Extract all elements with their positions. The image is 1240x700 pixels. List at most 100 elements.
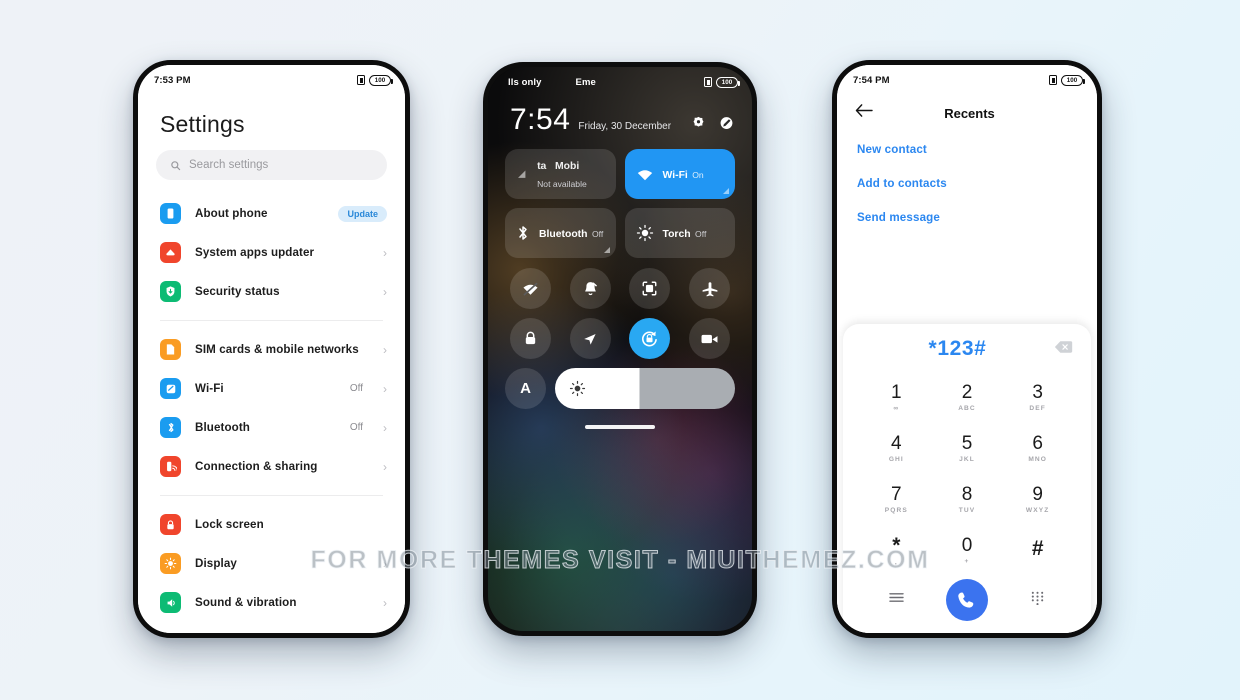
mini-toggles-grid — [488, 258, 752, 359]
menu-lines-icon[interactable] — [888, 591, 905, 609]
key-letters: TUV — [958, 506, 976, 514]
sidebar-item-sound-vibration[interactable]: Sound & vibration › — [138, 583, 405, 622]
dialed-number[interactable]: *123# — [861, 337, 1054, 361]
home-indicator[interactable] — [585, 425, 655, 429]
tile-expand-corner[interactable] — [603, 247, 610, 253]
brightness-slider[interactable] — [555, 368, 735, 409]
battery-indicator: 100 — [1061, 74, 1085, 86]
tile-bluetooth[interactable]: Bluetooth Off — [505, 208, 616, 258]
sidebar-item-label: Security status — [195, 285, 280, 298]
call-handset-icon — [958, 591, 974, 608]
status-time: 7:53 PM — [154, 74, 191, 86]
key-1[interactable]: 1 ∞ — [861, 373, 932, 422]
edit-pencil-icon[interactable] — [719, 116, 734, 131]
sidebar-item-lock-screen[interactable]: Lock screen — [138, 505, 405, 544]
status-badge[interactable]: Update — [338, 205, 387, 222]
number-row: *123# — [843, 324, 1091, 371]
key-digit: 5 — [961, 433, 973, 455]
tile-text: Torch Off — [663, 224, 707, 242]
toggle-auto-brightness[interactable]: A — [505, 368, 546, 409]
keypad-dots-icon[interactable] — [1030, 590, 1045, 610]
toggle-hotspot[interactable] — [509, 268, 551, 309]
auto-brightness-label: A — [520, 380, 531, 397]
chevron-right-icon: › — [383, 420, 387, 435]
sidebar-item-bluetooth[interactable]: Bluetooth Off › — [138, 408, 405, 447]
torch-icon — [636, 224, 653, 242]
key-4[interactable]: 4 GHI — [861, 424, 932, 473]
key-2[interactable]: 2 ABC — [932, 373, 1003, 422]
system-updater-icon — [160, 242, 181, 263]
sidebar-item-label: Sound & vibration — [195, 596, 297, 609]
carrier-label: lls only — [508, 76, 542, 88]
action-add-to-contacts[interactable]: Add to contacts — [857, 177, 1097, 190]
sidebar-item-label: Wi-Fi — [195, 382, 224, 395]
key-letters: PQRS — [884, 506, 908, 514]
key-3[interactable]: 3 DEF — [1002, 373, 1073, 422]
action-send-message[interactable]: Send message — [857, 211, 1097, 224]
sidebar-item-label: System apps updater — [195, 246, 315, 259]
toggle-location[interactable] — [569, 318, 611, 359]
bluetooth-settings-icon — [160, 417, 181, 438]
key-letters: WXYZ — [1025, 506, 1050, 514]
action-new-contact[interactable]: New contact — [857, 143, 1097, 156]
tile-text: Bluetooth Off — [539, 224, 603, 242]
sidebar-item-security-status[interactable]: Security status › — [138, 272, 405, 311]
silent-bell-icon — [584, 281, 597, 295]
toggle-screen-record[interactable] — [689, 318, 731, 359]
sim-card-icon — [704, 77, 712, 87]
key-digit: 9 — [1032, 484, 1043, 506]
bluetooth-icon — [519, 226, 527, 240]
key-7[interactable]: 7 PQRS — [861, 475, 932, 524]
security-shield-icon — [160, 281, 181, 302]
settings-gear-icon[interactable] — [691, 116, 706, 131]
call-button[interactable] — [945, 579, 988, 621]
carrier-label-2: Eme — [575, 76, 596, 88]
key-letters: + — [964, 557, 970, 565]
sim-card-icon — [1049, 75, 1057, 85]
display-icon — [160, 553, 181, 574]
dialer-actions: New contact Add to contacts Send message — [837, 127, 1097, 224]
chevron-right-icon: › — [383, 595, 387, 610]
backspace-icon[interactable] — [1054, 340, 1073, 359]
tile-wifi[interactable]: Wi-Fi On — [624, 149, 735, 199]
chevron-right-icon: › — [383, 245, 387, 260]
sidebar-item-about-phone[interactable]: About phone Update — [138, 194, 405, 233]
key-hash[interactable]: # — [1002, 526, 1073, 575]
key-8[interactable]: 8 TUV — [932, 475, 1003, 524]
key-9[interactable]: 9 WXYZ — [1002, 475, 1073, 524]
tile-text: ta Mobi Not available — [537, 156, 604, 192]
key-0[interactable]: 0 + — [932, 526, 1003, 575]
wifi-icon — [637, 169, 652, 180]
key-star[interactable]: * , — [861, 526, 932, 575]
toggle-airplane-mode[interactable] — [689, 268, 731, 309]
toggle-lock[interactable] — [509, 318, 551, 359]
toggle-screenshot[interactable] — [629, 268, 671, 309]
quick-settings-tiles: ta Mobi Not available Wi-Fi On Bluetooth… — [488, 135, 752, 258]
tile-expand-corner[interactable] — [723, 188, 729, 194]
toggle-silent[interactable] — [569, 268, 611, 309]
tile-torch[interactable]: Torch Off — [624, 208, 735, 258]
chevron-right-icon: › — [383, 556, 387, 571]
wifi-settings-icon — [160, 378, 181, 399]
search-input[interactable]: Search settings — [156, 150, 387, 180]
status-time: 7:54 PM — [853, 74, 890, 86]
sidebar-item-display[interactable]: Display › — [138, 544, 405, 583]
toggle-auto-rotate[interactable] — [629, 318, 671, 359]
sidebar-item-wifi[interactable]: Wi-Fi Off › — [138, 369, 405, 408]
tile-title: Torch — [662, 229, 691, 240]
dialer-header: Recents — [837, 91, 1097, 127]
sidebar-item-system-apps-updater[interactable]: System apps updater › — [138, 233, 405, 272]
sidebar-item-connection-sharing[interactable]: Connection & sharing › — [138, 447, 405, 486]
search-icon — [171, 160, 181, 170]
tile-mobile-data[interactable]: ta Mobi Not available — [505, 149, 616, 199]
key-digit: * — [892, 533, 901, 557]
chevron-right-icon: › — [383, 459, 387, 474]
key-5[interactable]: 5 JKL — [932, 424, 1003, 473]
key-digit: 0 — [961, 535, 973, 557]
sidebar-item-sim-cards[interactable]: SIM cards & mobile networks › — [138, 330, 405, 369]
dialer-screen: 7:54 PM 100 Recents New contact Add to c… — [837, 65, 1097, 633]
key-digit: 2 — [961, 382, 973, 404]
key-6[interactable]: 6 MNO — [1002, 424, 1073, 473]
header-actions — [691, 116, 734, 131]
brightness-sun-icon — [569, 380, 586, 397]
